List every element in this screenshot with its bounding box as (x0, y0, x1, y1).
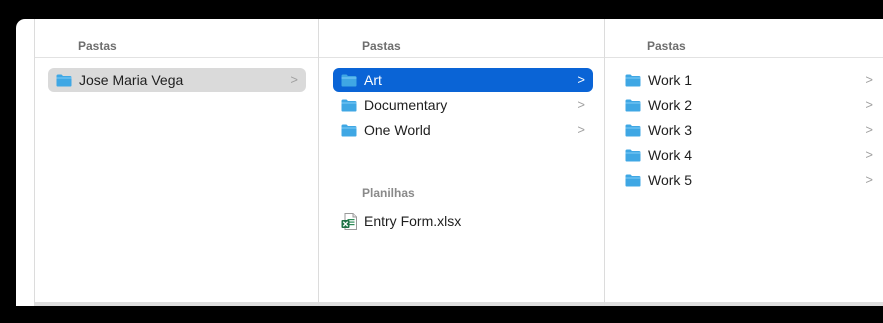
chevron-right-icon: > (577, 97, 585, 112)
folder-label: Jose Maria Vega (79, 72, 184, 88)
folder-label: Work 2 (648, 97, 693, 113)
folder-label: Work 1 (648, 72, 693, 88)
folder-icon (625, 174, 641, 187)
chevron-right-icon: > (865, 172, 873, 187)
finder-window: Pastas Jose Maria Vega > Pastas Art > Do… (16, 19, 883, 306)
folder-icon (625, 124, 641, 137)
folder-icon (341, 124, 357, 137)
folder-row-work-5[interactable]: Work 5 > (617, 168, 881, 192)
folder-row-work-1[interactable]: Work 1 > (617, 68, 881, 92)
folder-label: Work 3 (648, 122, 693, 138)
column-1-bottom-bar (35, 302, 318, 306)
chevron-right-icon: > (577, 72, 585, 87)
file-label: Entry Form.xlsx (364, 213, 462, 229)
chevron-right-icon: > (865, 122, 873, 137)
folder-label: Art (364, 72, 382, 88)
chevron-right-icon: > (865, 72, 873, 87)
folder-label: Documentary (364, 97, 448, 113)
folder-row-work-4[interactable]: Work 4 > (617, 143, 881, 167)
folder-row-work-2[interactable]: Work 2 > (617, 93, 881, 117)
folder-label: Work 5 (648, 172, 693, 188)
folder-label: Work 4 (648, 147, 693, 163)
section-label-spreadsheets: Planilhas (362, 186, 415, 200)
folder-label: One World (364, 122, 431, 138)
column-3: Pastas Work 1 > Work 2 > Work 3 > Work 4… (605, 19, 883, 306)
column-3-bottom-bar (605, 302, 883, 306)
folder-icon (625, 149, 641, 162)
chevron-right-icon: > (577, 122, 585, 137)
column-2-bottom-bar (319, 302, 604, 306)
excel-file-icon (341, 213, 357, 230)
chevron-right-icon: > (865, 97, 873, 112)
column-3-header-label: Pastas (647, 39, 686, 53)
folder-row-jose-maria-vega[interactable]: Jose Maria Vega > (48, 68, 306, 92)
folder-icon (341, 74, 357, 87)
folder-icon (341, 99, 357, 112)
column-3-header: Pastas (605, 19, 883, 58)
folder-row-one-world[interactable]: One World > (333, 118, 593, 142)
column-2-header: Pastas (319, 19, 604, 58)
folder-icon (625, 74, 641, 87)
folder-icon (625, 99, 641, 112)
folder-row-documentary[interactable]: Documentary > (333, 93, 593, 117)
folder-icon (56, 74, 72, 87)
column-1-header: Pastas (35, 19, 318, 58)
chevron-right-icon: > (290, 72, 298, 87)
column-2: Pastas Art > Documentary > One World > P… (319, 19, 605, 306)
chevron-right-icon: > (865, 147, 873, 162)
folder-row-art[interactable]: Art > (333, 68, 593, 92)
file-row-entry-form[interactable]: Entry Form.xlsx (333, 209, 593, 233)
column-1: Pastas Jose Maria Vega > (34, 19, 319, 306)
column-2-header-label: Pastas (362, 39, 401, 53)
column-1-header-label: Pastas (78, 39, 117, 53)
folder-row-work-3[interactable]: Work 3 > (617, 118, 881, 142)
